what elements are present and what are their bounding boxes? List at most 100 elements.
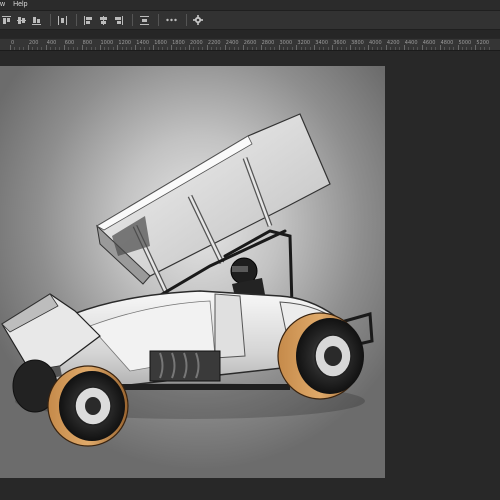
ruler-minor-tick	[444, 47, 446, 50]
settings-gear-icon[interactable]	[192, 14, 204, 26]
ruler-minor-tick	[354, 47, 356, 50]
ruler-minor-tick	[86, 47, 88, 50]
ruler-minor-tick	[341, 47, 343, 50]
ruler-tick-label: 200	[28, 40, 39, 46]
ruler-minor-tick	[408, 47, 410, 50]
ruler-minor-tick	[453, 47, 455, 50]
ruler-minor-tick	[32, 47, 34, 50]
ruler-minor-tick	[202, 47, 204, 50]
ruler-minor-tick	[95, 47, 97, 50]
ruler-minor-tick	[336, 47, 338, 50]
ruler-minor-tick	[41, 47, 43, 50]
ruler-tick-label: 3000	[279, 40, 293, 46]
ruler-minor-tick	[139, 47, 141, 50]
ruler-tick-label: 1600	[154, 40, 167, 46]
ruler-minor-tick	[345, 47, 347, 50]
ruler-minor-tick	[112, 47, 114, 50]
toolbar-divider	[76, 14, 77, 26]
workspace	[0, 51, 500, 500]
front-tire	[47, 365, 129, 447]
ruler-minor-tick	[399, 47, 401, 50]
ruler-tick-label: 3600	[333, 40, 346, 46]
ruler-minor-tick	[175, 47, 177, 50]
ruler-minor-tick	[72, 47, 74, 50]
ruler-minor-tick	[430, 47, 432, 50]
ruler-minor-tick	[130, 47, 132, 50]
ruler-minor-tick	[144, 47, 146, 50]
ruler-minor-tick	[68, 47, 70, 50]
ruler-minor-tick	[59, 47, 61, 50]
ruler-minor-tick	[184, 47, 186, 50]
ruler-tick-label: 4400	[404, 40, 418, 46]
align-bottom-edges-icon[interactable]	[30, 14, 42, 26]
ruler-minor-tick	[327, 47, 329, 50]
ruler-minor-tick	[256, 47, 258, 50]
distribute-vertical-icon[interactable]	[138, 14, 150, 26]
ruler-minor-tick	[394, 47, 396, 50]
align-vertical-centers-icon[interactable]	[15, 14, 27, 26]
align-left-edges-icon[interactable]	[82, 14, 94, 26]
ruler-minor-tick	[220, 47, 222, 50]
ruler-tick-label: 3400	[315, 40, 329, 46]
ruler-minor-tick	[215, 47, 217, 50]
ruler-minor-tick	[14, 47, 16, 50]
align-top-edges-icon[interactable]	[0, 14, 12, 26]
ruler-tick-label: 1200	[118, 40, 132, 46]
ruler-minor-tick	[193, 47, 195, 50]
ruler-minor-tick	[470, 47, 472, 50]
ruler-minor-tick	[238, 47, 240, 50]
align-horizontal-centers-icon[interactable]	[97, 14, 109, 26]
ruler-minor-tick	[211, 47, 213, 50]
ruler-minor-tick	[488, 47, 490, 50]
ruler-tick-label: 4200	[386, 40, 400, 46]
ruler-minor-tick	[166, 47, 168, 50]
sprint-car-illustration	[1, 113, 374, 447]
ruler-tick-label: 2000	[190, 40, 203, 46]
ruler-tick-label: 5200	[476, 40, 490, 46]
ruler-minor-tick	[417, 47, 419, 50]
more-options-icon[interactable]	[164, 14, 178, 26]
ruler-minor-tick	[77, 47, 79, 50]
ruler-tick-label: 400	[46, 40, 57, 46]
ruler-minor-tick	[318, 47, 320, 50]
align-right-edges-icon[interactable]	[112, 14, 124, 26]
ruler-tick-label: 1400	[136, 40, 150, 46]
ruler-tick-label: 2400	[225, 40, 239, 46]
ruler-minor-tick	[229, 47, 231, 50]
ruler-minor-tick	[479, 47, 481, 50]
ruler-tick-label: 800	[82, 40, 93, 46]
ruler-minor-tick	[251, 47, 253, 50]
ruler-minor-tick	[126, 47, 128, 50]
ruler-minor-tick	[121, 47, 123, 50]
ruler-minor-tick	[372, 47, 374, 50]
ruler-minor-tick	[435, 47, 437, 50]
ruler-minor-tick	[180, 47, 182, 50]
ruler-tick-label: 3200	[297, 40, 311, 46]
menu-help[interactable]: Help	[9, 0, 31, 10]
menu-view[interactable]: w	[0, 0, 9, 10]
ruler-minor-tick	[376, 47, 378, 50]
top-wing	[96, 113, 331, 303]
ruler-tick-label: 2200	[207, 40, 221, 46]
options-bar	[0, 11, 500, 30]
ruler-minor-tick	[50, 47, 52, 50]
horizontal-ruler[interactable]: 0 200 400 600 800 1000 1200 1400 1600 1800 2000 220…	[0, 39, 500, 51]
ruler-tick-label: 600	[64, 40, 75, 46]
ruler-minor-tick	[390, 47, 392, 50]
ruler-minor-tick	[291, 47, 293, 50]
ruler-tick-label: 4000	[369, 40, 382, 46]
ruler-tick-label: 2600	[243, 40, 257, 46]
ruler-minor-tick	[426, 47, 428, 50]
document-canvas[interactable]	[0, 66, 385, 478]
distribute-horizontal-icon[interactable]	[56, 14, 68, 26]
ruler-tick-label: 1000	[100, 40, 114, 46]
ruler-minor-tick	[305, 47, 307, 50]
ruler-minor-tick	[269, 47, 271, 50]
ruler-minor-tick	[363, 47, 365, 50]
ruler-minor-tick	[23, 47, 25, 50]
ruler-minor-tick	[54, 47, 56, 50]
ruler-minor-tick	[484, 47, 486, 50]
ruler-minor-tick	[90, 47, 92, 50]
ruler-minor-tick	[274, 47, 276, 50]
toolbar-divider	[132, 14, 133, 26]
